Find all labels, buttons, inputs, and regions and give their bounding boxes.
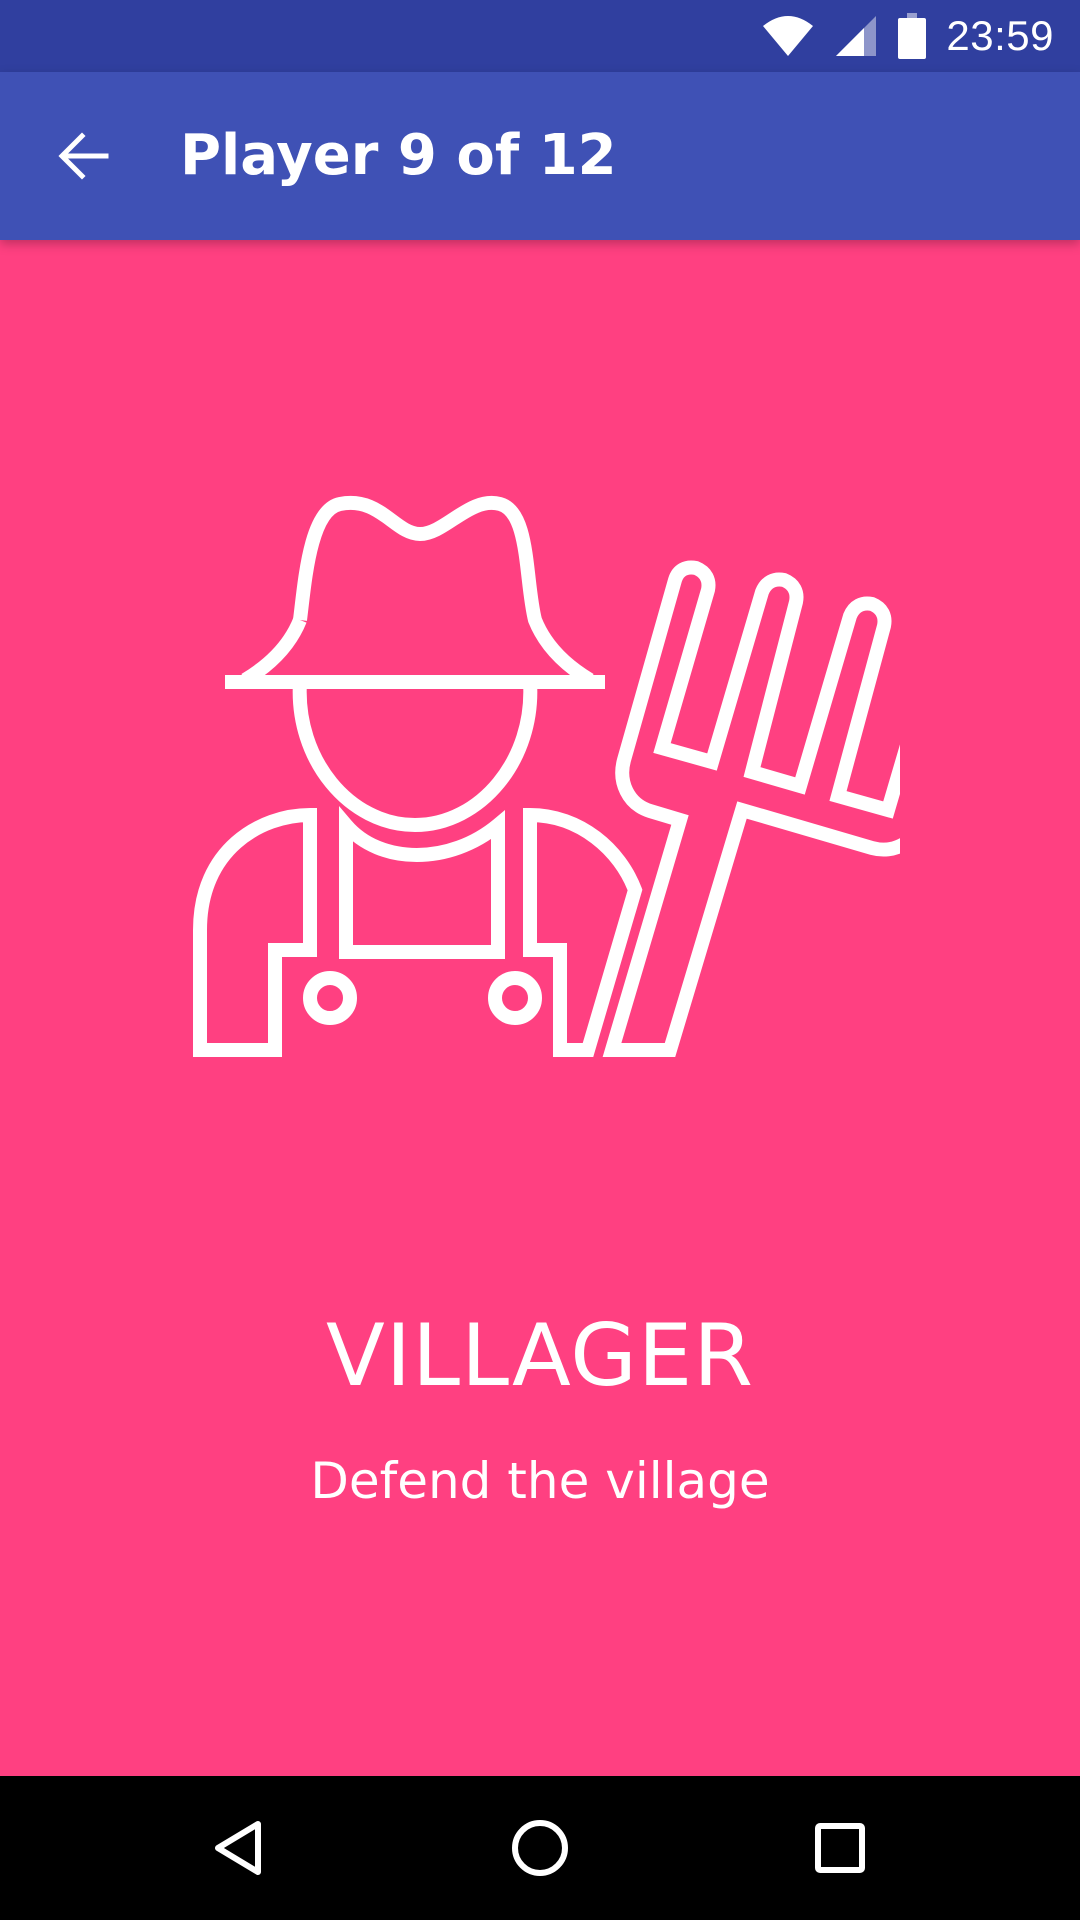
hat-crown <box>293 495 594 687</box>
left-arm <box>193 807 317 1057</box>
home-circle-icon <box>512 1820 568 1876</box>
face <box>292 681 538 833</box>
right-button <box>488 971 542 1025</box>
nav-home-button[interactable] <box>468 1776 612 1920</box>
nav-recents-button[interactable] <box>768 1776 912 1920</box>
page-title: Player 9 of 12 <box>180 123 617 188</box>
status-icons: 23:59 <box>762 0 1054 72</box>
arrow-back-icon <box>58 132 109 180</box>
wifi-icon <box>763 16 814 56</box>
signal-icon <box>836 16 877 56</box>
app-bar: Player 9 of 12 <box>0 72 1080 240</box>
status-time: 23:59 <box>946 12 1054 59</box>
back-triangle-icon <box>215 1821 261 1875</box>
hat-brim-left <box>241 617 307 687</box>
back-button[interactable] <box>36 108 132 204</box>
battery-icon <box>898 13 927 59</box>
nav-back-button[interactable] <box>168 1776 312 1920</box>
role-description: Defend the village <box>310 1452 770 1510</box>
farmer-with-pitchfork-illustration <box>193 495 900 1057</box>
navigation-bar <box>0 1776 1080 1920</box>
status-bar: 23:59 <box>0 0 1080 72</box>
role-name: VILLAGER <box>325 1306 755 1406</box>
overall-bib <box>339 805 505 959</box>
recents-square-icon <box>815 1823 865 1873</box>
left-button <box>303 971 357 1025</box>
pitchfork <box>602 560 900 1057</box>
